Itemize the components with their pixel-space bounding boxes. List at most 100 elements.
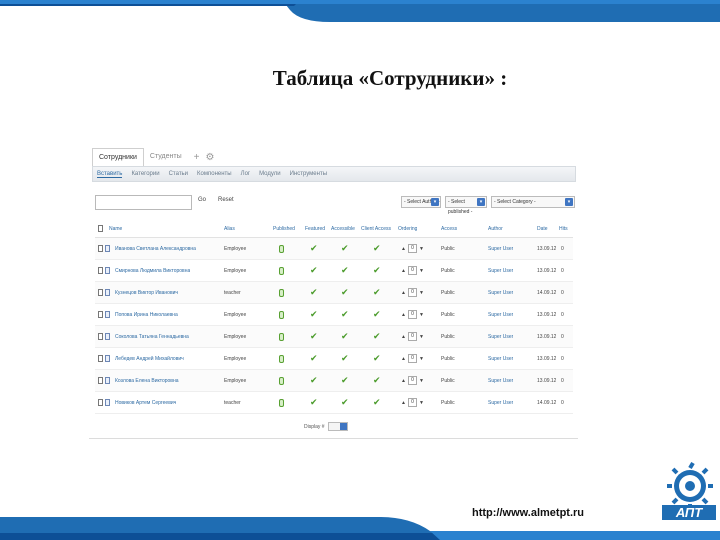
published-icon[interactable] — [279, 354, 284, 363]
subtab-articles[interactable]: Статьи — [169, 171, 188, 177]
check-icon[interactable]: ✔ — [310, 348, 318, 369]
row-checkbox[interactable] — [98, 377, 103, 384]
tab-students[interactable]: Студенты — [144, 148, 188, 166]
col-author[interactable]: Author — [488, 220, 503, 237]
check-icon[interactable]: ✔ — [373, 238, 381, 259]
row-checkbox[interactable] — [98, 333, 103, 340]
employee-name-link[interactable]: Кузнецов Виктор Иванович — [115, 282, 178, 303]
published-icon[interactable] — [279, 244, 284, 253]
check-icon[interactable]: ✔ — [341, 348, 349, 369]
col-date[interactable]: Date — [537, 220, 548, 237]
order-down-icon[interactable]: ▼ — [419, 290, 424, 296]
ordering-input[interactable]: 0 — [407, 266, 417, 275]
published-icon[interactable] — [279, 310, 284, 319]
published-filter-select[interactable]: - Select published - ▾ — [445, 196, 487, 215]
author-link[interactable]: Super User — [488, 370, 513, 391]
published-icon[interactable] — [279, 376, 284, 385]
table-row[interactable]: Иванова Светлана Александровна Employee ✔ ✔… — [95, 238, 573, 260]
row-checkbox[interactable] — [98, 355, 103, 362]
published-icon[interactable] — [279, 398, 284, 407]
check-icon[interactable]: ✔ — [310, 238, 318, 259]
table-row[interactable]: Новиков Артем Сергеевич teacher ✔ ✔ ✔ ▲ 0 ▼ Publ… — [95, 392, 573, 414]
check-icon[interactable]: ✔ — [310, 282, 318, 303]
check-icon[interactable]: ✔ — [310, 326, 318, 347]
order-up-icon[interactable]: ▲ — [401, 356, 406, 362]
author-link[interactable]: Super User — [488, 282, 513, 303]
check-icon[interactable]: ✔ — [310, 370, 318, 391]
order-up-icon[interactable]: ▲ — [401, 400, 406, 406]
row-checkbox[interactable] — [98, 311, 103, 318]
check-icon[interactable]: ✔ — [373, 392, 381, 413]
select-all-checkbox[interactable] — [98, 225, 103, 232]
table-row[interactable]: Соколова Татьяна Геннадьевна Employee ✔ ✔ ✔ ▲… — [95, 326, 573, 348]
check-icon[interactable]: ✔ — [310, 392, 318, 413]
order-down-icon[interactable]: ▼ — [419, 334, 424, 340]
order-down-icon[interactable]: ▼ — [419, 246, 424, 252]
check-icon[interactable]: ✔ — [310, 260, 318, 281]
check-icon[interactable]: ✔ — [373, 304, 381, 325]
category-filter-select[interactable]: - Select Category - ▾ — [491, 196, 575, 208]
check-icon[interactable]: ✔ — [341, 238, 349, 259]
employee-name-link[interactable]: Козлова Елена Викторовна — [115, 370, 179, 391]
check-icon[interactable]: ✔ — [341, 326, 349, 347]
go-button[interactable]: Go — [198, 197, 206, 203]
col-client-access[interactable]: Client Access — [361, 220, 391, 237]
published-icon[interactable] — [279, 266, 284, 275]
check-icon[interactable]: ✔ — [341, 370, 349, 391]
employee-name-link[interactable]: Новиков Артем Сергеевич — [115, 392, 176, 413]
employee-name-link[interactable]: Попова Ирина Николаевна — [115, 304, 178, 325]
check-icon[interactable]: ✔ — [373, 260, 381, 281]
check-icon[interactable]: ✔ — [341, 392, 349, 413]
order-up-icon[interactable]: ▲ — [401, 246, 406, 252]
table-row[interactable]: Кузнецов Виктор Иванович teacher ✔ ✔ ✔ ▲ 0 ▼ Pub… — [95, 282, 573, 304]
search-input[interactable] — [95, 195, 192, 210]
table-row[interactable]: Попова Ирина Николаевна Employee ✔ ✔ ✔ ▲ 0 ▼ Pub… — [95, 304, 573, 326]
table-row[interactable]: Козлова Елена Викторовна Employee ✔ ✔ ✔ ▲ 0 ▼ Pu… — [95, 370, 573, 392]
ordering-input[interactable]: 0 — [407, 376, 417, 385]
employee-name-link[interactable]: Иванова Светлана Александровна — [115, 238, 196, 259]
ordering-input[interactable]: 0 — [407, 332, 417, 341]
author-link[interactable]: Super User — [488, 392, 513, 413]
col-name[interactable]: Name — [109, 220, 122, 237]
author-link[interactable]: Super User — [488, 326, 513, 347]
ordering-input[interactable]: 0 — [407, 398, 417, 407]
row-checkbox[interactable] — [98, 289, 103, 296]
subtab-components[interactable]: Компоненты — [197, 171, 232, 177]
display-limit-select[interactable] — [327, 422, 348, 431]
col-published[interactable]: Published — [273, 220, 295, 237]
table-row[interactable]: Смирнова Людмила Викторовна Employee ✔ ✔ ✔ ▲ 0… — [95, 260, 573, 282]
order-up-icon[interactable]: ▲ — [401, 334, 406, 340]
order-down-icon[interactable]: ▼ — [419, 378, 424, 384]
check-icon[interactable]: ✔ — [373, 326, 381, 347]
check-icon[interactable]: ✔ — [341, 260, 349, 281]
row-checkbox[interactable] — [98, 267, 103, 274]
plus-icon[interactable]: + — [194, 150, 200, 166]
author-link[interactable]: Super User — [488, 304, 513, 325]
ordering-input[interactable]: 0 — [407, 310, 417, 319]
check-icon[interactable]: ✔ — [341, 304, 349, 325]
order-up-icon[interactable]: ▲ — [401, 268, 406, 274]
subtab-categories[interactable]: Категории — [131, 171, 159, 177]
order-up-icon[interactable]: ▲ — [401, 290, 406, 296]
subtab-log[interactable]: Лог — [241, 171, 250, 177]
row-checkbox[interactable] — [98, 245, 103, 252]
col-access[interactable]: Access — [441, 220, 457, 237]
order-down-icon[interactable]: ▼ — [419, 268, 424, 274]
author-link[interactable]: Super User — [488, 348, 513, 369]
order-down-icon[interactable]: ▼ — [419, 356, 424, 362]
tab-employees[interactable]: Сотрудники — [92, 148, 144, 166]
author-filter-select[interactable]: - Select Author - ▾ — [401, 196, 441, 208]
col-featured[interactable]: Featured — [305, 220, 325, 237]
subtab-modules[interactable]: Модули — [259, 171, 281, 177]
reset-button[interactable]: Reset — [218, 197, 234, 203]
author-link[interactable]: Super User — [488, 238, 513, 259]
row-checkbox[interactable] — [98, 399, 103, 406]
table-row[interactable]: Лебедев Андрей Михайлович Employee ✔ ✔ ✔ ▲ 0 ▼ P… — [95, 348, 573, 370]
published-icon[interactable] — [279, 288, 284, 297]
employee-name-link[interactable]: Соколова Татьяна Геннадьевна — [115, 326, 189, 347]
subtab-insert[interactable]: Вставить — [97, 171, 123, 178]
employee-name-link[interactable]: Лебедев Андрей Михайлович — [115, 348, 184, 369]
order-down-icon[interactable]: ▼ — [419, 400, 424, 406]
ordering-input[interactable]: 0 — [407, 354, 417, 363]
check-icon[interactable]: ✔ — [373, 348, 381, 369]
